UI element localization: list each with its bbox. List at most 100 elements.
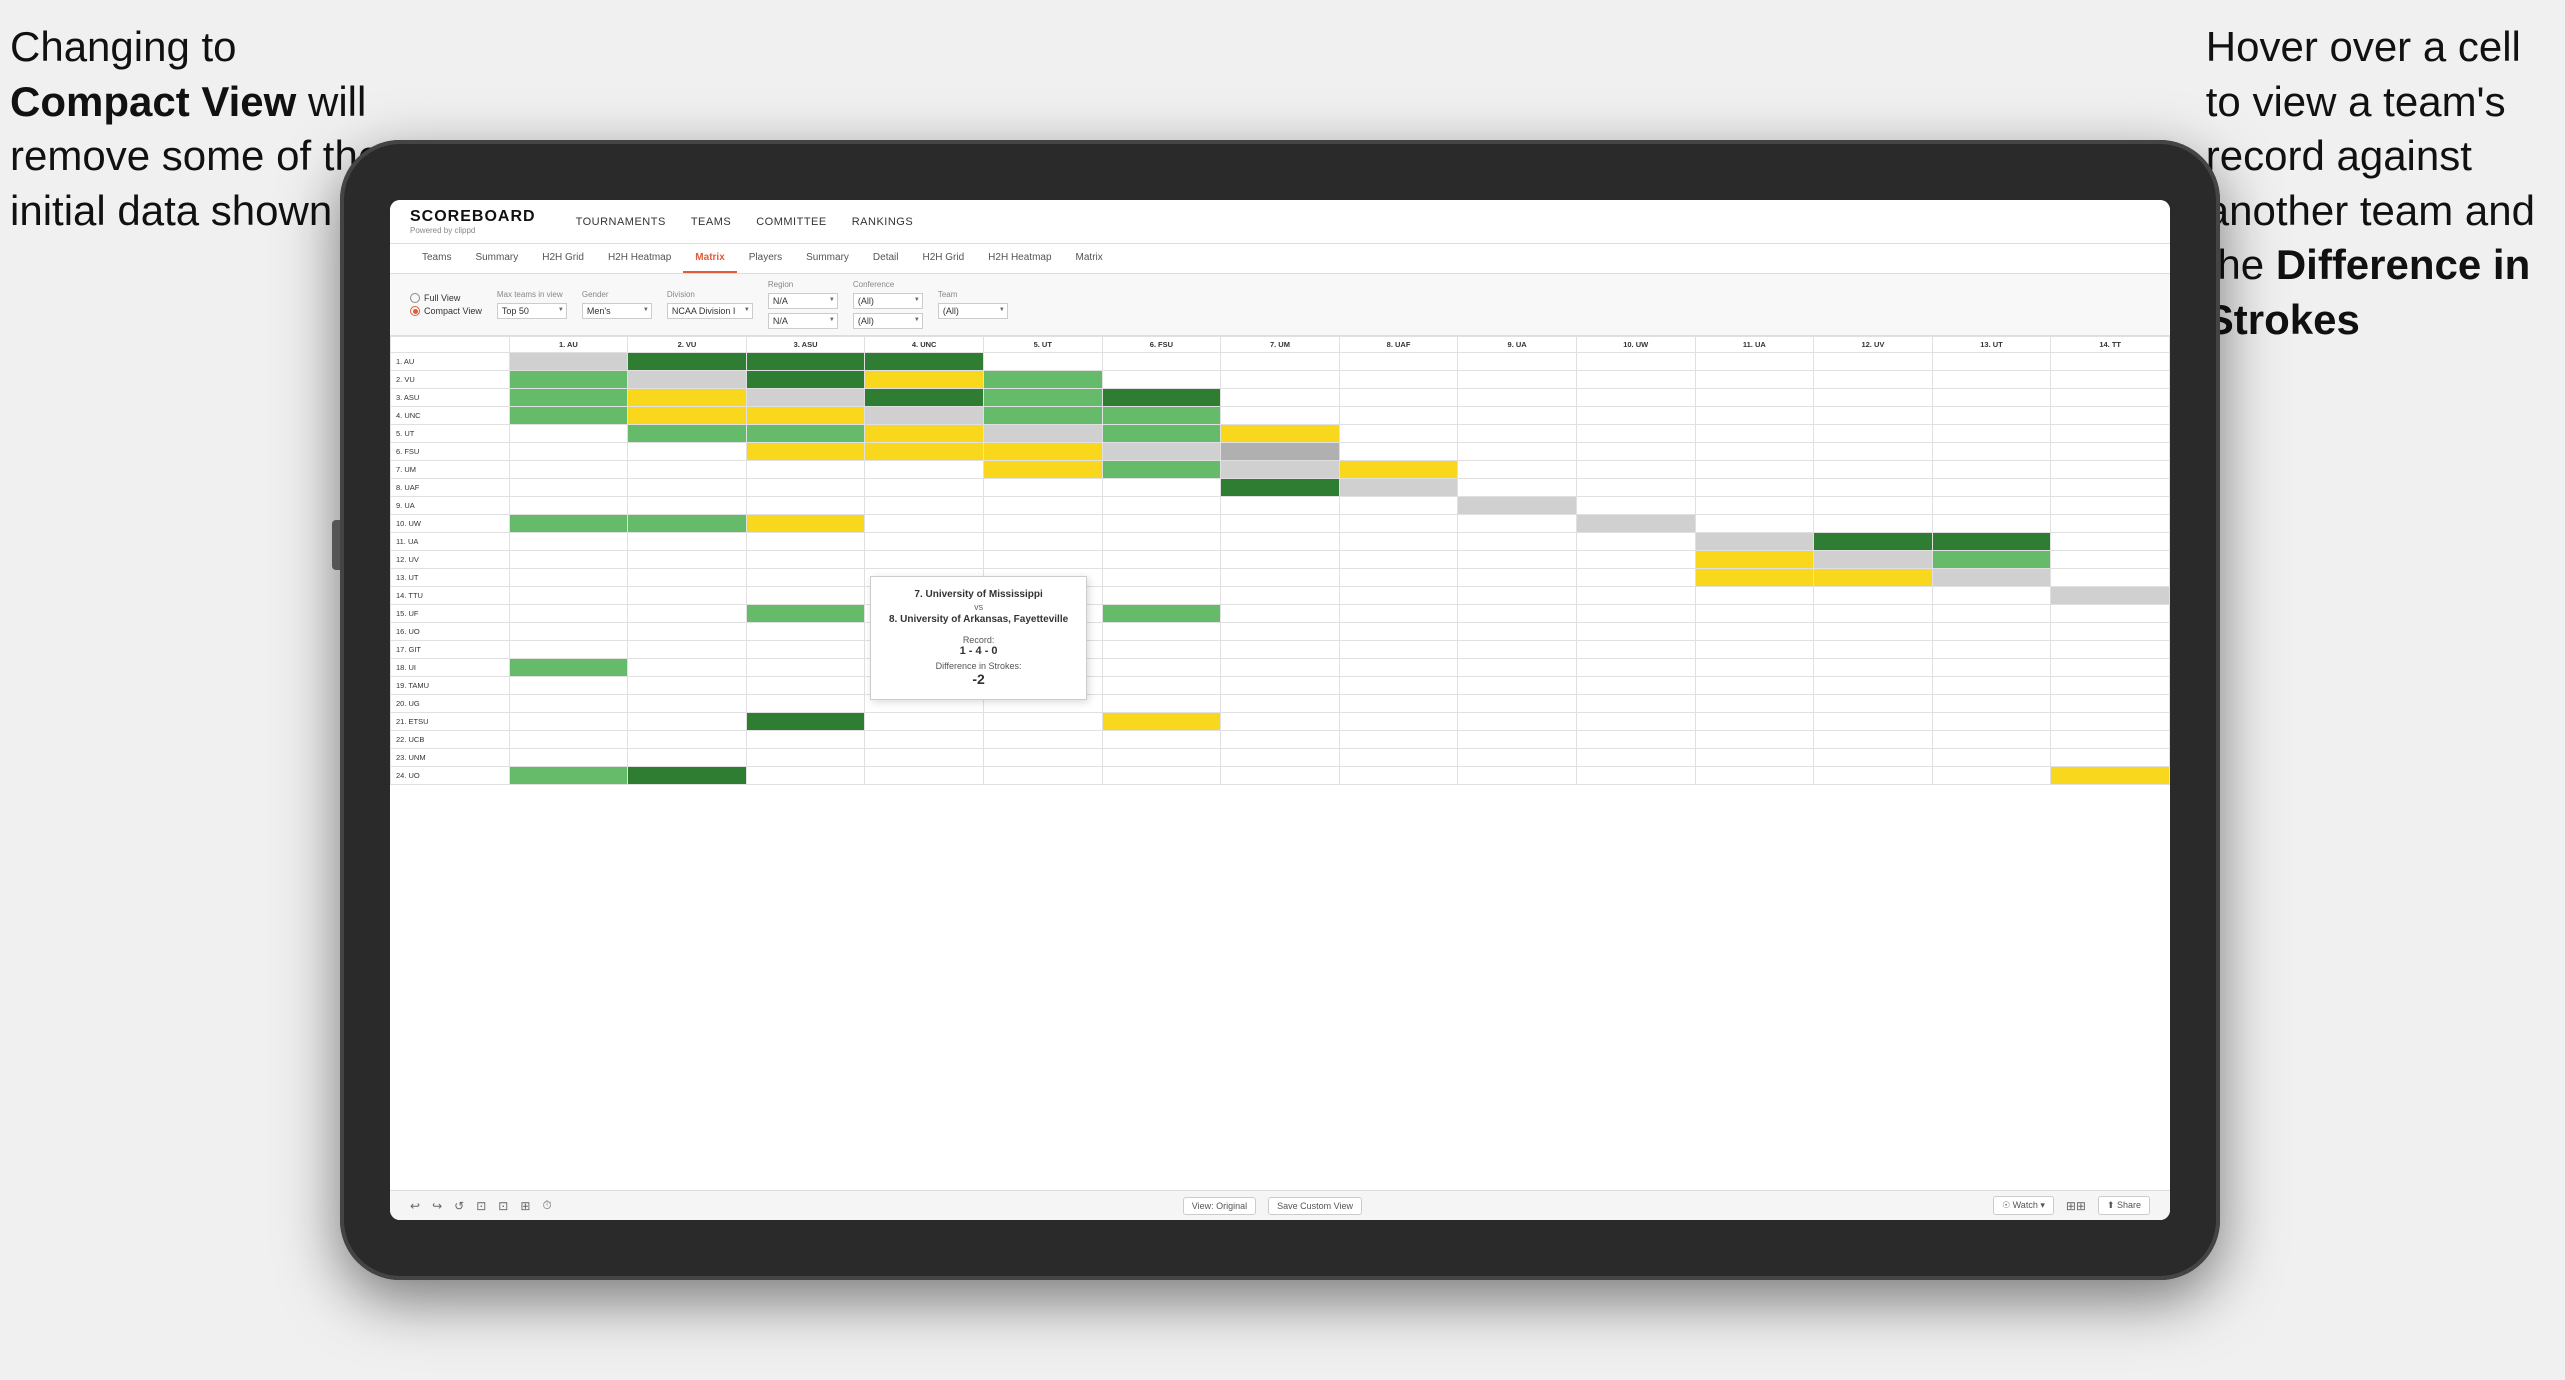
matrix-cell-17-0[interactable] <box>509 659 628 677</box>
matrix-cell-23-11[interactable] <box>1814 767 1933 785</box>
matrix-cell-3-12[interactable] <box>1932 407 2051 425</box>
matrix-cell-2-1[interactable] <box>628 389 747 407</box>
matrix-cell-22-12[interactable] <box>1932 749 2051 767</box>
tab-detail[interactable]: Detail <box>861 244 911 273</box>
matrix-cell-7-9[interactable] <box>1576 479 1695 497</box>
matrix-cell-19-13[interactable] <box>2051 695 2170 713</box>
matrix-cell-8-2[interactable] <box>746 497 865 515</box>
matrix-cell-5-9[interactable] <box>1576 443 1695 461</box>
matrix-cell-6-7[interactable] <box>1339 461 1458 479</box>
region-select-2[interactable]: N/A <box>768 313 838 329</box>
matrix-cell-17-11[interactable] <box>1814 659 1933 677</box>
matrix-cell-23-12[interactable] <box>1932 767 2051 785</box>
matrix-cell-17-10[interactable] <box>1695 659 1814 677</box>
matrix-cell-11-4[interactable] <box>983 551 1102 569</box>
matrix-cell-22-5[interactable] <box>1102 749 1221 767</box>
matrix-cell-21-6[interactable] <box>1221 731 1340 749</box>
matrix-cell-7-13[interactable] <box>2051 479 2170 497</box>
matrix-cell-12-8[interactable] <box>1458 569 1577 587</box>
matrix-cell-6-13[interactable] <box>2051 461 2170 479</box>
matrix-cell-6-11[interactable] <box>1814 461 1933 479</box>
matrix-cell-15-2[interactable] <box>746 623 865 641</box>
matrix-cell-9-6[interactable] <box>1221 515 1340 533</box>
matrix-cell-21-11[interactable] <box>1814 731 1933 749</box>
matrix-cell-23-10[interactable] <box>1695 767 1814 785</box>
refresh-icon[interactable]: ↺ <box>454 1199 464 1213</box>
matrix-cell-12-5[interactable] <box>1102 569 1221 587</box>
matrix-cell-2-6[interactable] <box>1221 389 1340 407</box>
matrix-cell-5-12[interactable] <box>1932 443 2051 461</box>
matrix-cell-21-13[interactable] <box>2051 731 2170 749</box>
matrix-cell-5-6[interactable] <box>1221 443 1340 461</box>
matrix-cell-13-12[interactable] <box>1932 587 2051 605</box>
matrix-cell-14-13[interactable] <box>2051 605 2170 623</box>
matrix-cell-15-11[interactable] <box>1814 623 1933 641</box>
matrix-cell-11-2[interactable] <box>746 551 865 569</box>
matrix-cell-3-11[interactable] <box>1814 407 1933 425</box>
matrix-cell-6-10[interactable] <box>1695 461 1814 479</box>
matrix-cell-1-5[interactable] <box>1102 371 1221 389</box>
max-teams-select[interactable]: Top 50 <box>497 303 567 319</box>
matrix-cell-18-0[interactable] <box>509 677 628 695</box>
matrix-cell-0-10[interactable] <box>1695 353 1814 371</box>
tab-matrix-2[interactable]: Matrix <box>1064 244 1115 273</box>
matrix-cell-21-1[interactable] <box>628 731 747 749</box>
matrix-cell-21-2[interactable] <box>746 731 865 749</box>
watch-button[interactable]: ☉ Watch ▾ <box>1993 1196 2054 1215</box>
matrix-cell-21-5[interactable] <box>1102 731 1221 749</box>
matrix-cell-3-0[interactable] <box>509 407 628 425</box>
tab-summary-2[interactable]: Summary <box>794 244 861 273</box>
gender-select[interactable]: Men's <box>582 303 652 319</box>
matrix-cell-12-7[interactable] <box>1339 569 1458 587</box>
matrix-cell-2-12[interactable] <box>1932 389 2051 407</box>
matrix-cell-20-13[interactable] <box>2051 713 2170 731</box>
conference-select-2[interactable]: (All) <box>853 313 923 329</box>
matrix-cell-5-0[interactable] <box>509 443 628 461</box>
matrix-cell-4-9[interactable] <box>1576 425 1695 443</box>
matrix-cell-14-10[interactable] <box>1695 605 1814 623</box>
matrix-cell-0-13[interactable] <box>2051 353 2170 371</box>
matrix-cell-5-8[interactable] <box>1458 443 1577 461</box>
matrix-cell-6-8[interactable] <box>1458 461 1577 479</box>
matrix-cell-10-2[interactable] <box>746 533 865 551</box>
matrix-cell-19-11[interactable] <box>1814 695 1933 713</box>
matrix-cell-20-5[interactable] <box>1102 713 1221 731</box>
matrix-cell-3-2[interactable] <box>746 407 865 425</box>
matrix-cell-18-2[interactable] <box>746 677 865 695</box>
matrix-cell-1-7[interactable] <box>1339 371 1458 389</box>
matrix-cell-4-13[interactable] <box>2051 425 2170 443</box>
matrix-cell-7-2[interactable] <box>746 479 865 497</box>
matrix-cell-8-5[interactable] <box>1102 497 1221 515</box>
share-grid-icon[interactable]: ⊞⊞ <box>2066 1199 2086 1213</box>
matrix-cell-20-4[interactable] <box>983 713 1102 731</box>
matrix-cell-4-1[interactable] <box>628 425 747 443</box>
matrix-cell-20-7[interactable] <box>1339 713 1458 731</box>
matrix-cell-7-11[interactable] <box>1814 479 1933 497</box>
matrix-cell-8-8[interactable] <box>1458 497 1577 515</box>
matrix-cell-4-3[interactable] <box>865 425 984 443</box>
matrix-cell-11-11[interactable] <box>1814 551 1933 569</box>
matrix-cell-21-4[interactable] <box>983 731 1102 749</box>
matrix-cell-15-6[interactable] <box>1221 623 1340 641</box>
matrix-cell-3-10[interactable] <box>1695 407 1814 425</box>
matrix-cell-0-0[interactable] <box>509 353 628 371</box>
redo-icon[interactable]: ↪ <box>432 1199 442 1213</box>
matrix-cell-10-3[interactable] <box>865 533 984 551</box>
matrix-cell-17-6[interactable] <box>1221 659 1340 677</box>
matrix-cell-2-2[interactable] <box>746 389 865 407</box>
matrix-cell-11-0[interactable] <box>509 551 628 569</box>
matrix-cell-0-7[interactable] <box>1339 353 1458 371</box>
matrix-cell-22-13[interactable] <box>2051 749 2170 767</box>
matrix-cell-9-7[interactable] <box>1339 515 1458 533</box>
matrix-cell-9-13[interactable] <box>2051 515 2170 533</box>
matrix-cell-6-1[interactable] <box>628 461 747 479</box>
matrix-cell-0-3[interactable] <box>865 353 984 371</box>
matrix-cell-1-9[interactable] <box>1576 371 1695 389</box>
matrix-cell-6-0[interactable] <box>509 461 628 479</box>
matrix-cell-16-5[interactable] <box>1102 641 1221 659</box>
matrix-cell-17-1[interactable] <box>628 659 747 677</box>
matrix-cell-15-10[interactable] <box>1695 623 1814 641</box>
matrix-cell-15-0[interactable] <box>509 623 628 641</box>
zoom-out-icon[interactable]: ⊡ <box>476 1199 486 1213</box>
matrix-cell-16-10[interactable] <box>1695 641 1814 659</box>
